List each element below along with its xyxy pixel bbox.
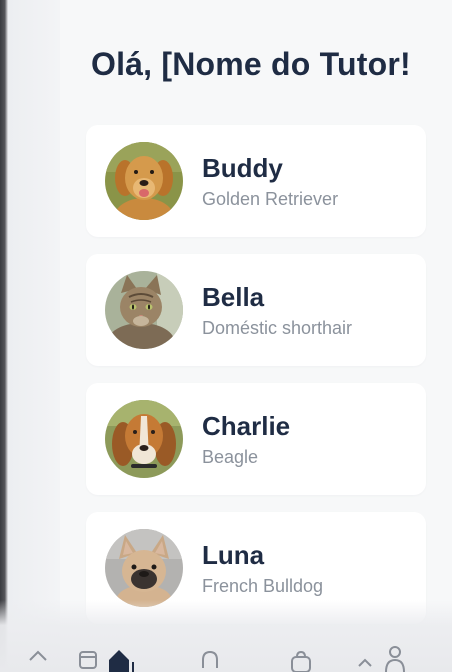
beagle-avatar (105, 400, 183, 478)
french-bulldog-avatar (105, 529, 183, 607)
pet-breed: Beagle (202, 447, 259, 467)
profile-icon[interactable] (384, 644, 406, 672)
bell-icon[interactable] (198, 648, 222, 672)
greeting-title: Olá, [Nome do Tutor! (91, 46, 411, 82)
share-icon[interactable] (356, 648, 374, 672)
calendar-icon[interactable] (78, 648, 100, 672)
golden-retriever-avatar (105, 142, 183, 220)
pet-name: Charlie (202, 411, 291, 441)
pet-breed: French Bulldog (202, 576, 324, 596)
pet-breed: Doméstic shorthair (202, 318, 353, 338)
side-gutter (8, 0, 60, 672)
pet-card-charlie[interactable]: Charlie Beagle (86, 383, 426, 495)
home-icon[interactable] (106, 646, 134, 672)
pet-card-buddy[interactable]: Buddy Golden Retriever (86, 125, 426, 237)
pet-card-bella[interactable]: Bella Doméstic shorthair (86, 254, 426, 366)
pet-name: Bella (202, 282, 265, 312)
pet-name: Buddy (202, 153, 283, 183)
device-edge (0, 0, 8, 672)
pet-list: Buddy Golden Retriever Bella Doméstic sh… (86, 125, 426, 641)
tabby-cat-avatar (105, 271, 183, 349)
bottom-navigation (0, 640, 452, 672)
app-frame: Olá, [Nome do Tutor! Buddy Golden Retrie… (0, 0, 452, 672)
home-outline-icon[interactable] (28, 648, 48, 672)
pet-breed: Golden Retriever (202, 189, 339, 209)
bag-icon[interactable] (289, 648, 313, 672)
pet-name: Luna (202, 540, 265, 570)
